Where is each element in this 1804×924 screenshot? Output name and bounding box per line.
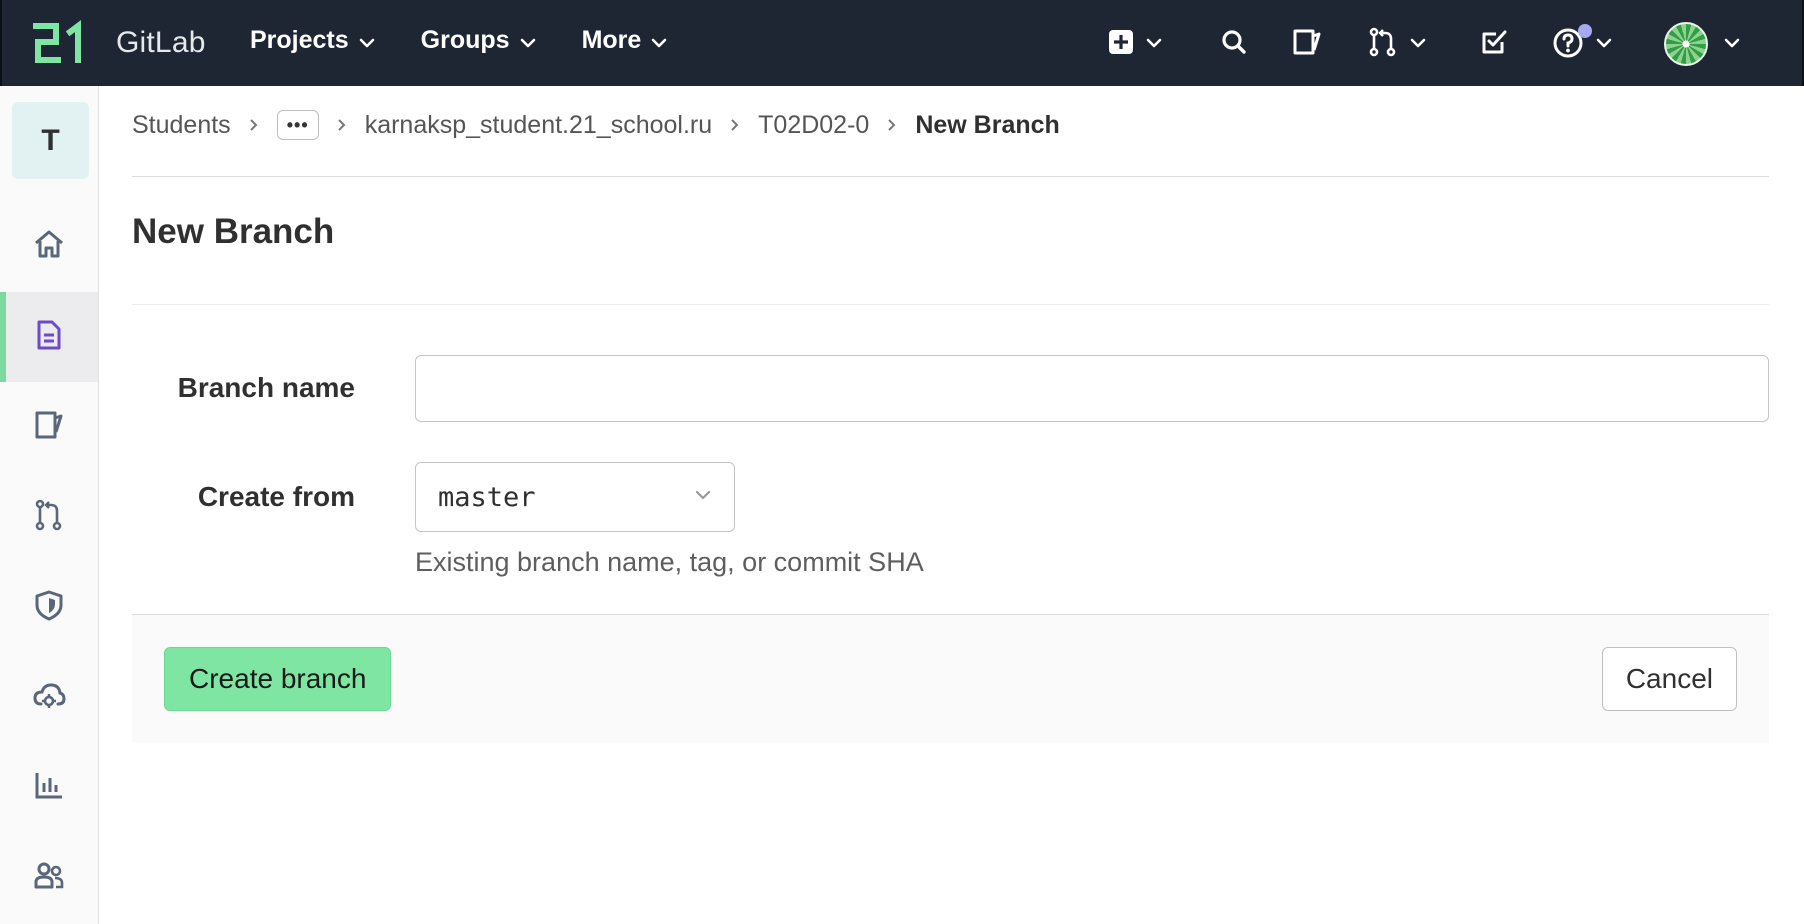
top-navbar: GitLab Projects Groups More bbox=[0, 0, 1804, 86]
merge-request-icon bbox=[34, 499, 64, 536]
members-icon bbox=[33, 860, 65, 895]
divider bbox=[132, 304, 1769, 305]
sidebar-item-members[interactable] bbox=[0, 847, 98, 907]
search-button[interactable] bbox=[1221, 22, 1247, 66]
breadcrumb-current[interactable]: New Branch bbox=[915, 111, 1059, 140]
sidebar-item-deployments[interactable] bbox=[0, 667, 98, 727]
create-from-value: master bbox=[438, 481, 536, 513]
plus-square-icon bbox=[1108, 29, 1134, 60]
sidebar-item-repository[interactable] bbox=[0, 292, 98, 382]
create-branch-button[interactable]: Create branch bbox=[164, 647, 392, 711]
avatar bbox=[1664, 22, 1708, 66]
project-avatar[interactable]: T bbox=[12, 102, 89, 179]
chevron-down-icon bbox=[1596, 35, 1612, 53]
todo-icon bbox=[1480, 28, 1508, 61]
merge-requests-dropdown[interactable] bbox=[1368, 22, 1426, 66]
analytics-icon bbox=[34, 770, 64, 805]
todos-button[interactable] bbox=[1480, 22, 1508, 66]
breadcrumb-students[interactable]: Students bbox=[132, 111, 231, 140]
chevron-down-icon bbox=[1724, 35, 1740, 53]
chevron-right-icon bbox=[249, 118, 259, 132]
home-icon bbox=[33, 229, 65, 264]
page-title: New Branch bbox=[132, 212, 335, 251]
branch-name-label: Branch name bbox=[177, 372, 355, 403]
notification-dot bbox=[1578, 23, 1592, 38]
chevron-down-icon bbox=[1410, 35, 1426, 53]
issues-icon bbox=[34, 410, 64, 445]
branch-name-input[interactable] bbox=[415, 355, 1769, 422]
chevron-right-icon bbox=[730, 118, 740, 132]
help-icon bbox=[1552, 23, 1592, 63]
sidebar-item-analytics[interactable] bbox=[0, 757, 98, 817]
new-item-dropdown[interactable] bbox=[1108, 22, 1162, 66]
chevron-down-icon bbox=[694, 488, 712, 506]
chevron-down-icon bbox=[1146, 35, 1162, 53]
sidebar-item-home[interactable] bbox=[0, 216, 98, 276]
cancel-button[interactable]: Cancel bbox=[1601, 647, 1737, 711]
breadcrumb-project[interactable]: T02D02-0 bbox=[758, 111, 869, 140]
sidebar-item-security[interactable] bbox=[0, 577, 98, 637]
help-dropdown[interactable] bbox=[1552, 22, 1612, 66]
chevron-right-icon bbox=[887, 118, 897, 132]
deployments-icon bbox=[32, 680, 66, 715]
merge-request-icon bbox=[1368, 27, 1398, 62]
breadcrumb-user-namespace[interactable]: karnaksp_student.21_school.ru bbox=[365, 111, 712, 140]
search-icon bbox=[1221, 29, 1247, 60]
sidebar-item-issues[interactable] bbox=[0, 397, 98, 457]
create-from-dropdown[interactable]: master bbox=[415, 462, 735, 532]
form-actions: Create branch Cancel bbox=[132, 614, 1769, 743]
create-from-label: Create from bbox=[197, 481, 355, 512]
breadcrumb-ellipsis-button[interactable]: ••• bbox=[276, 110, 319, 140]
sidebar-item-merge-requests[interactable] bbox=[0, 487, 98, 547]
breadcrumb: Students ••• karnaksp_student.21_school.… bbox=[132, 110, 1060, 140]
chevron-right-icon bbox=[337, 118, 347, 132]
sidebar: T bbox=[0, 86, 99, 924]
issues-icon bbox=[1292, 28, 1322, 61]
user-menu-dropdown[interactable] bbox=[1664, 22, 1740, 66]
divider bbox=[132, 176, 1769, 177]
create-from-help-text: Existing branch name, tag, or commit SHA bbox=[415, 547, 924, 577]
issues-button[interactable] bbox=[1292, 22, 1322, 66]
repository-icon bbox=[35, 319, 63, 356]
shield-icon bbox=[34, 589, 64, 626]
